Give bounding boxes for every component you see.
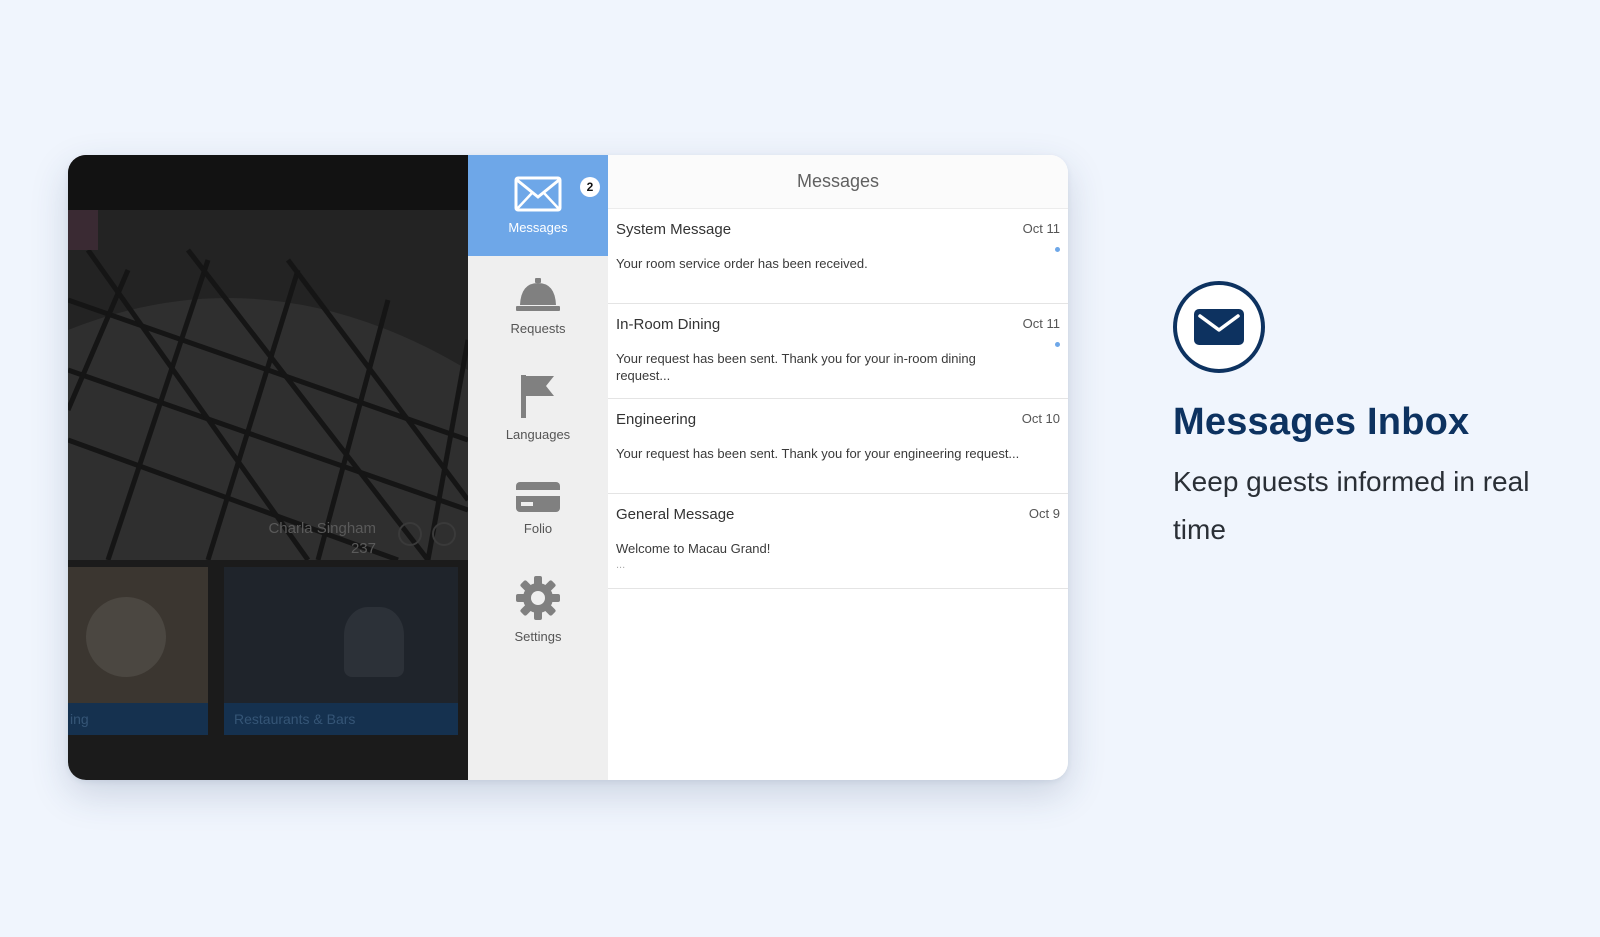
plate-image — [86, 597, 166, 677]
nav-item-requests[interactable]: Requests — [468, 256, 608, 357]
feature-description: Keep guests informed in real time — [1173, 466, 1530, 545]
background-tiles: ing Restaurants & Bars — [68, 567, 468, 737]
message-date: Oct 10 — [1021, 411, 1060, 426]
message-body: Your request has been sent. Thank you fo… — [616, 446, 1020, 461]
nav-label: Requests — [510, 321, 566, 336]
feature-icon-circle — [1173, 281, 1265, 373]
credit-card-icon — [516, 482, 560, 512]
nav-label: Settings — [514, 629, 562, 644]
nav-label: Messages — [508, 220, 568, 235]
message-date: Oct 11 — [1022, 221, 1060, 236]
messages-panel: Messages System Message Oct 11 Your room… — [608, 155, 1068, 780]
message-item[interactable]: Engineering Oct 10 Your request has been… — [608, 399, 1068, 494]
page: Charla Singham 237 ing Restaurants & Bar… — [0, 0, 1600, 937]
gear-icon — [516, 576, 560, 620]
message-body: Welcome to Macau Grand! — [616, 541, 771, 556]
unread-badge: 2 — [580, 177, 600, 197]
tile-caption: Restaurants & Bars — [224, 703, 458, 735]
person-icon — [432, 522, 456, 546]
chef-image — [344, 607, 404, 677]
guest-name: Charla Singham 237 — [268, 520, 376, 557]
background-top-bar — [68, 155, 468, 210]
unread-dot — [1055, 342, 1060, 347]
message-title: In-Room Dining — [616, 316, 721, 333]
message-item[interactable]: System Message Oct 11 Your room service … — [608, 209, 1068, 304]
restaurants-tile: Restaurants & Bars — [224, 567, 458, 735]
message-title: General Message — [616, 506, 735, 523]
envelope-icon — [514, 176, 562, 212]
message-date: Oct 9 — [1028, 506, 1060, 521]
nav-item-languages[interactable]: Languages — [468, 357, 608, 458]
nav-item-folio[interactable]: Folio — [468, 458, 608, 559]
flag-icon — [521, 375, 554, 418]
feature-title: Messages Inbox — [1173, 401, 1470, 443]
nav-item-settings[interactable]: Settings — [468, 559, 608, 660]
nav-label: Folio — [523, 521, 553, 536]
panel-title: Messages — [608, 155, 1068, 209]
background-app: Charla Singham 237 ing Restaurants & Bar… — [68, 155, 468, 780]
tile-caption: ing — [68, 703, 208, 735]
message-body: Your request has been sent. Thank you fo… — [616, 351, 976, 383]
hero-image — [68, 210, 468, 560]
side-nav: Messages 2 Requests Languages Folio Sett… — [468, 155, 608, 780]
message-item[interactable]: In-Room Dining Oct 11 Your request has b… — [608, 304, 1068, 399]
message-date: Oct 11 — [1022, 316, 1060, 331]
nav-item-messages[interactable]: Messages 2 — [468, 155, 608, 256]
envelope-icon — [1194, 309, 1244, 345]
feature-callout: Messages Inbox Keep guests informed in r… — [1173, 281, 1573, 554]
dining-tile: ing — [68, 567, 208, 735]
message-ellipsis: ... — [616, 559, 626, 571]
background-icons — [398, 522, 456, 546]
tablet-screen: Charla Singham 237 ing Restaurants & Bar… — [68, 155, 1068, 780]
unread-dot — [1055, 247, 1060, 252]
message-item[interactable]: General Message Oct 9 Welcome to Macau G… — [608, 494, 1068, 589]
message-title: System Message — [616, 221, 732, 238]
nav-label: Languages — [505, 427, 571, 442]
message-body: Your room service order has been receive… — [616, 256, 868, 271]
service-bell-icon — [516, 278, 560, 311]
message-title: Engineering — [616, 411, 697, 428]
clock-icon — [398, 522, 422, 546]
